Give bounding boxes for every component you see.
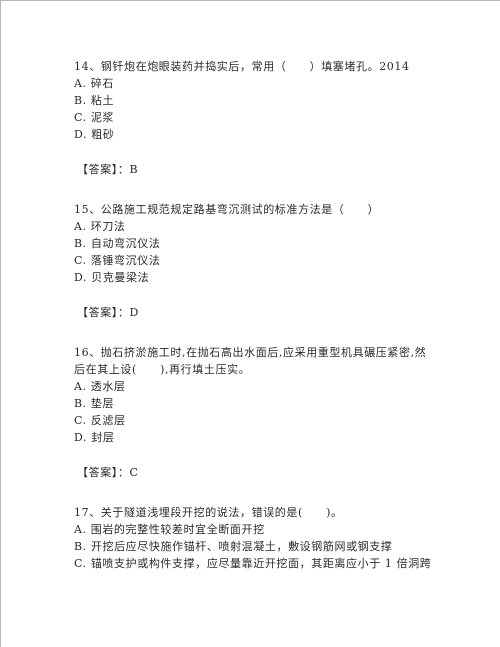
option-b: B. 垫层	[74, 397, 115, 410]
option-a: A. 透水层	[74, 380, 126, 393]
question-stem: 14、钢钎炮在炮眼装药并捣实后，常用（ ）填塞堵孔。2014	[74, 60, 410, 73]
option-c: C. 锚喷支护或构件支撑，应尽量靠近开挖面，其距离应小于 1 倍洞跨	[74, 557, 432, 570]
option-d: D. 粗砂	[74, 128, 115, 141]
option-d: D. 封层	[74, 431, 115, 444]
answer: 【答案】：D	[77, 306, 139, 319]
option-a: A. 围岩的完整性较差时宜全断面开挖	[74, 523, 265, 536]
option-b: B. 自动弯沉仪法	[74, 237, 161, 250]
option-c: C. 反滤层	[74, 414, 126, 427]
option-c: C. 落锤弯沉仪法	[74, 254, 161, 267]
question-stem: 15、公路施工规范规定路基弯沉测试的标准方法是（ ）	[74, 203, 380, 216]
option-b: B. 粘土	[74, 94, 115, 107]
option-a: A. 环刀法	[74, 220, 126, 233]
option-b: B. 开挖后应尽快施作锚杆、喷射混凝土，敷设钢筋网或钢支撑	[74, 540, 393, 553]
question-stem-line-1: 16、抛石挤淤施工时,在抛石高出水面后,应采用重型机具碾压紧密,然	[74, 346, 427, 359]
question-stem: 17、关于隧道浅埋段开挖的说法，错误的是( )。	[74, 506, 343, 519]
answer: 【答案】：C	[77, 466, 139, 479]
option-a: A. 碎石	[74, 77, 114, 90]
option-d: D. 贝克曼梁法	[74, 271, 150, 284]
question-stem-line-2: 后在其上设( ),再行填土压实。	[74, 363, 251, 376]
option-c: C. 泥浆	[74, 111, 115, 124]
answer: 【答案】：B	[77, 163, 139, 176]
